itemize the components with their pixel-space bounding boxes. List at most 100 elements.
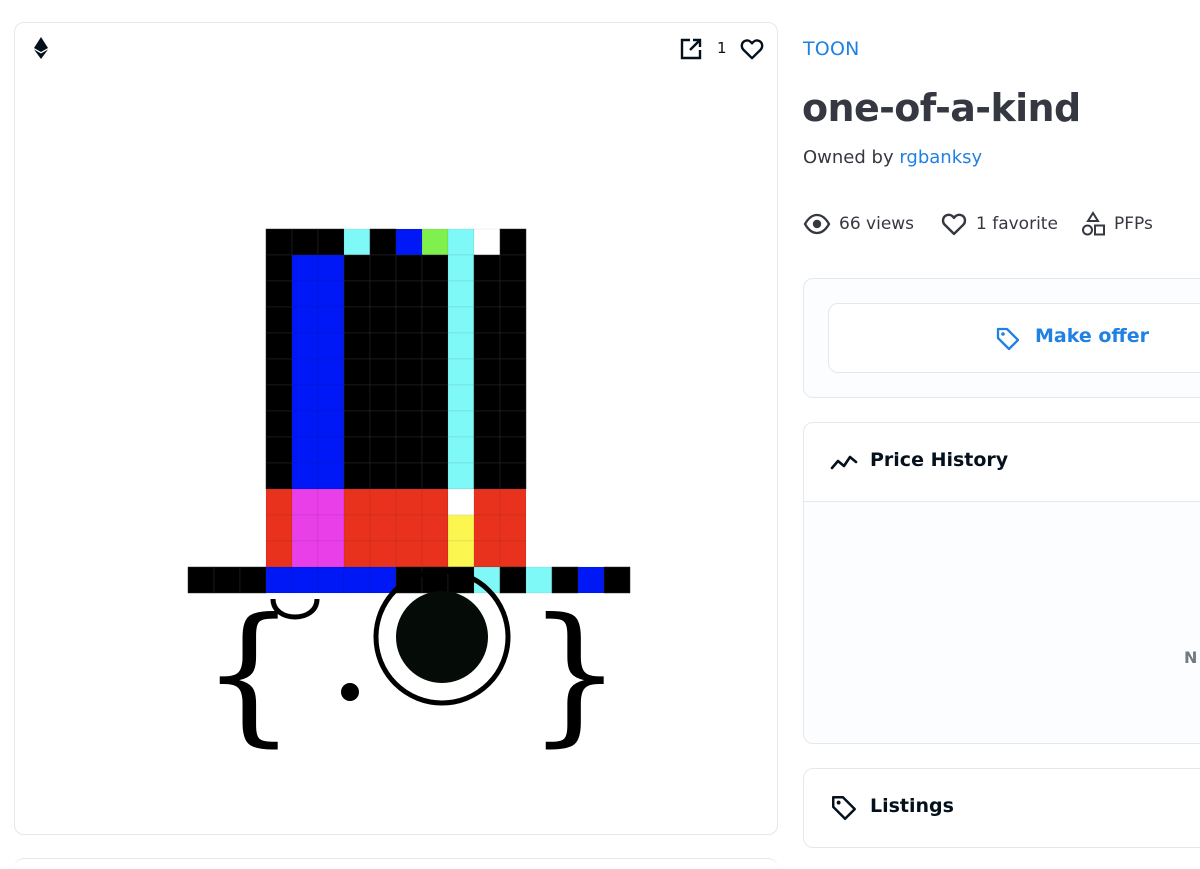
- eye-icon: [803, 213, 831, 235]
- hat-pixel: [395, 514, 423, 542]
- hat-pixel: [369, 410, 397, 438]
- hat-pixel: [395, 306, 423, 334]
- hat-pixel: [395, 540, 423, 568]
- hat-pixel: [343, 358, 371, 386]
- nft-artwork: { }: [187, 228, 631, 761]
- hat-pixel: [421, 358, 449, 386]
- hat-pixel: [395, 254, 423, 282]
- hat-pixel: [291, 436, 319, 464]
- hat-pixel: [265, 280, 293, 308]
- hat-pixel: [447, 514, 475, 542]
- hat-brim-pixel: [369, 566, 397, 594]
- hat-pixel: [317, 228, 345, 256]
- hat-pixel: [343, 514, 371, 542]
- make-offer-button[interactable]: Make offer: [828, 303, 1200, 373]
- hat-pixel: [499, 514, 527, 542]
- make-offer-label: Make offer: [1035, 325, 1150, 347]
- hat-pixel: [291, 384, 319, 412]
- hat-pixel: [317, 462, 345, 490]
- hat-pixel: [317, 358, 345, 386]
- artwork-card: 1 { }: [14, 22, 778, 835]
- hat-pixel: [343, 280, 371, 308]
- hat-pixel: [291, 228, 319, 256]
- hat-pixel: [291, 514, 319, 542]
- owner-link[interactable]: rgbanksy: [899, 147, 982, 168]
- hat-pixel: [473, 436, 501, 464]
- hat-pixel: [317, 280, 345, 308]
- hat-pixel: [447, 254, 475, 282]
- hat-pixel: [369, 228, 397, 256]
- hat-pixel: [473, 514, 501, 542]
- hat-pixel: [447, 280, 475, 308]
- owned-by-label: Owned by: [803, 147, 894, 168]
- hat-pixel: [343, 384, 371, 412]
- price-history-panel: Price History N: [803, 422, 1200, 744]
- offer-panel: Make offer: [803, 278, 1200, 398]
- favorites-stat[interactable]: 1 favorite: [940, 210, 1058, 238]
- hat-pixel: [317, 540, 345, 568]
- hat-pixel: [473, 462, 501, 490]
- hat-pixel: [395, 462, 423, 490]
- right-brace: }: [527, 587, 622, 761]
- hat-pixel: [265, 488, 293, 516]
- hat-pixel: [421, 540, 449, 568]
- hat-pixel: [343, 306, 371, 334]
- hat-pixel: [395, 384, 423, 412]
- hat-pixel: [317, 254, 345, 282]
- hat-pixel: [291, 488, 319, 516]
- tag-icon: [831, 795, 857, 821]
- hat-pixel: [265, 384, 293, 412]
- hat-pixel: [395, 488, 423, 516]
- next-card-edge: [14, 858, 778, 869]
- hat-pixel: [343, 254, 371, 282]
- hat-pixel: [317, 488, 345, 516]
- hat-brim-pixel: [317, 566, 345, 594]
- hat-pixel: [395, 358, 423, 386]
- category-label: PFPs: [1114, 214, 1153, 234]
- hat-pixel: [369, 306, 397, 334]
- hat-pixel: [499, 436, 527, 464]
- hat-pixel: [447, 228, 475, 256]
- hat-pixel: [369, 254, 397, 282]
- hat-pixel: [421, 488, 449, 516]
- hat-pixel: [473, 488, 501, 516]
- hat-pixel: [499, 410, 527, 438]
- hat-pixel: [395, 332, 423, 360]
- hat-pixel: [291, 358, 319, 386]
- hat-pixel: [317, 384, 345, 412]
- hat-pixel: [265, 228, 293, 256]
- hat-pixel: [343, 462, 371, 490]
- hat-pixel: [447, 410, 475, 438]
- hat-pixel: [499, 332, 527, 360]
- hat-pixel: [473, 332, 501, 360]
- hat-pixel: [447, 358, 475, 386]
- tag-icon: [996, 327, 1020, 351]
- hat-pixel: [343, 332, 371, 360]
- hat-pixel: [499, 228, 527, 256]
- hat-pixel: [291, 540, 319, 568]
- hat-pixel: [421, 384, 449, 412]
- hat-pixel: [447, 384, 475, 412]
- hat-pixel: [395, 280, 423, 308]
- hat-pixel: [317, 436, 345, 464]
- category-stat[interactable]: PFPs: [1080, 210, 1153, 238]
- hat-pixel: [447, 306, 475, 334]
- hat-pixel: [265, 306, 293, 334]
- hat-pixel: [317, 514, 345, 542]
- hat-pixel: [291, 306, 319, 334]
- heart-icon: [941, 213, 967, 236]
- owner-row: Owned by rgbanksy: [803, 147, 982, 168]
- listings-panel[interactable]: Listings: [803, 768, 1200, 848]
- hat-pixel: [395, 436, 423, 464]
- hat-pixel: [395, 228, 423, 256]
- collection-link[interactable]: TOON: [803, 38, 860, 60]
- hat-pixel: [369, 514, 397, 542]
- hat-pixel: [265, 254, 293, 282]
- hat-pixel: [473, 358, 501, 386]
- favorites-count: 1 favorite: [976, 214, 1058, 234]
- price-history-header[interactable]: Price History: [804, 423, 1200, 502]
- hat-pixel: [369, 540, 397, 568]
- hat-pixel: [265, 410, 293, 438]
- hat-pixel: [421, 514, 449, 542]
- trend-line-icon: [830, 455, 858, 470]
